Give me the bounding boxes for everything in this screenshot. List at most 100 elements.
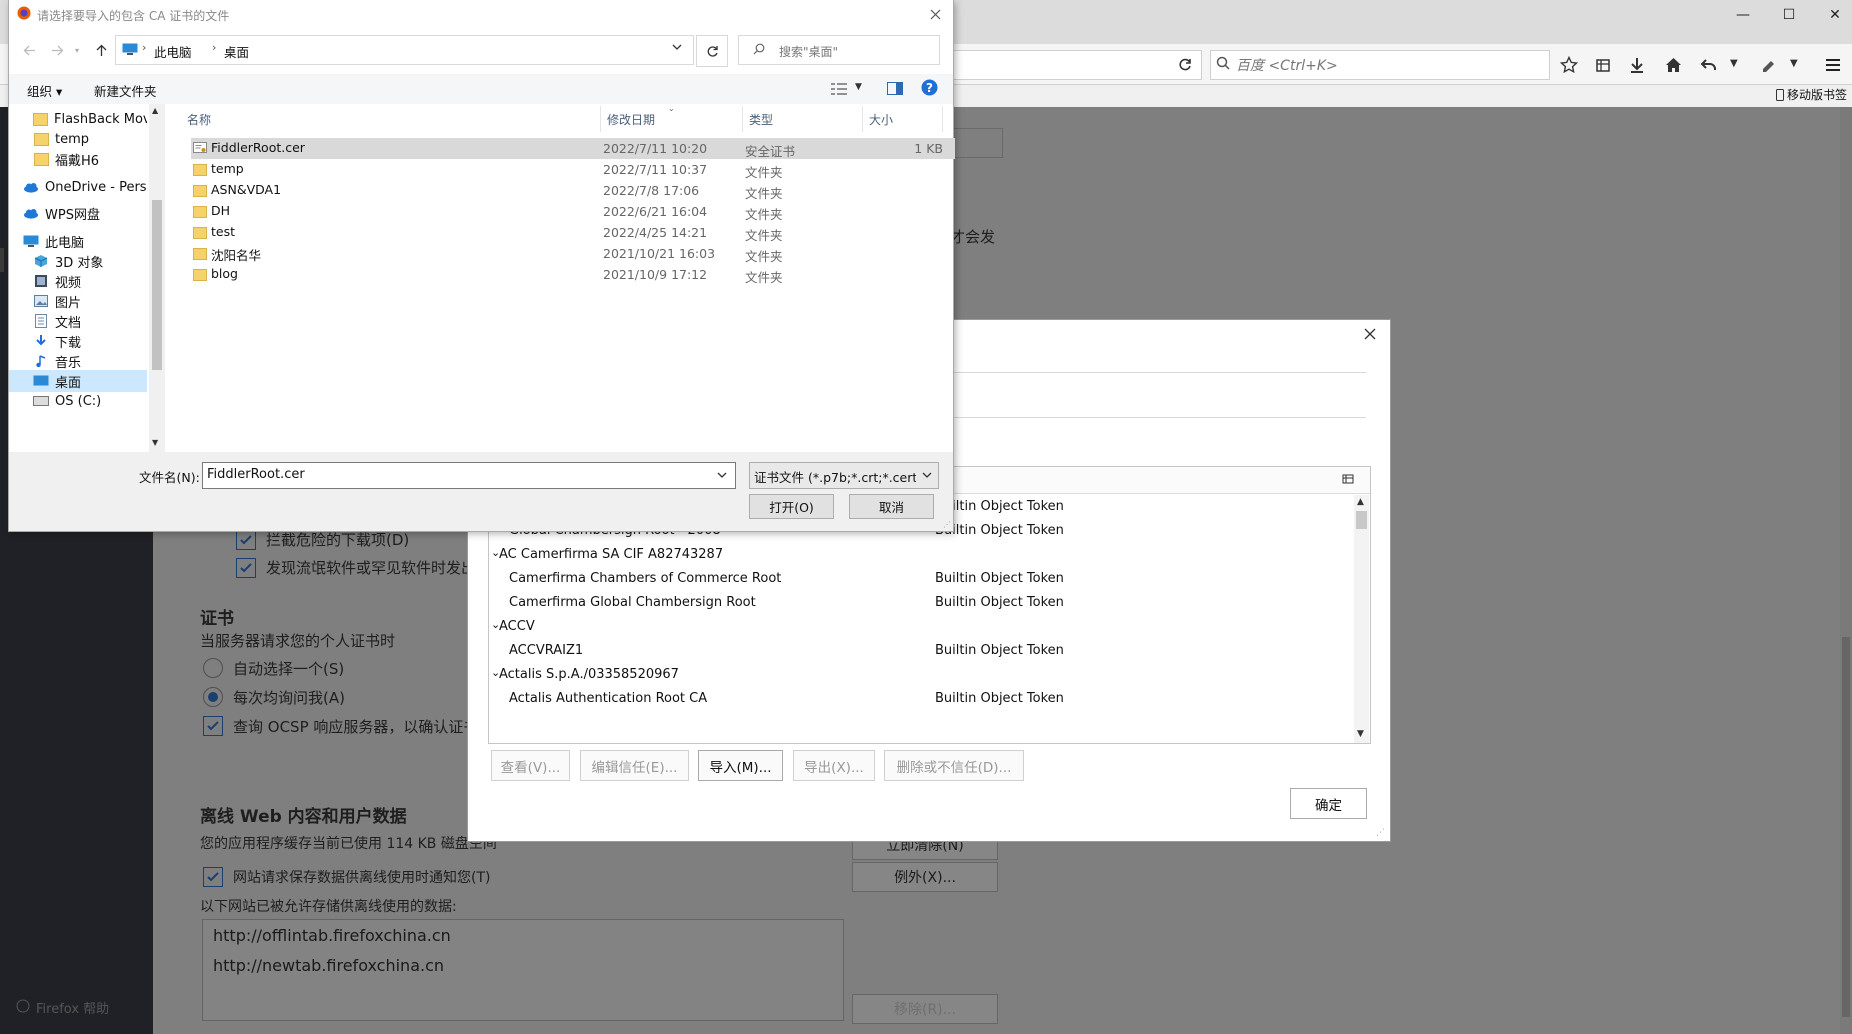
partial-text: 才会发 bbox=[950, 228, 996, 246]
nav-item[interactable]: OS (C:) bbox=[33, 390, 147, 412]
nav-item[interactable]: OneDrive - Perso bbox=[23, 176, 147, 198]
cert-row[interactable]: Actalis Authentication Root CA Builtin Ob… bbox=[489, 687, 1349, 711]
library-icon[interactable] bbox=[1590, 52, 1616, 78]
cert-row[interactable]: Camerfirma Chambers of Commerce Root Buil… bbox=[489, 567, 1349, 591]
nav-item[interactable]: 桌面 bbox=[9, 370, 147, 392]
open-button[interactable]: 打开(O) bbox=[749, 494, 834, 519]
recent-locations-icon[interactable]: ▾ bbox=[71, 40, 83, 60]
view-dropdown-icon[interactable]: ▼ bbox=[855, 82, 862, 92]
export-button[interactable]: 导出(X)... bbox=[793, 750, 875, 781]
nav-item[interactable]: temp bbox=[33, 128, 147, 150]
minimize-button[interactable]: — bbox=[1720, 0, 1766, 30]
overflow-dropdown-icon[interactable]: ▼ bbox=[1790, 58, 1798, 69]
nav-item[interactable]: WPS网盘 bbox=[23, 202, 147, 224]
cert-group-row[interactable]: ⌄ AC Camerfirma SA CIF A82743287 bbox=[489, 543, 1349, 567]
file-row[interactable]: temp 2022/7/11 10:37 文件夹 bbox=[191, 159, 955, 180]
nav-item[interactable]: 图片 bbox=[33, 290, 147, 312]
certificate-icon bbox=[193, 141, 207, 155]
filetype-select[interactable]: 证书文件 (*.p7b;*.crt;*.cert;*.c bbox=[749, 462, 939, 489]
filename-input[interactable]: FiddlerRoot.cer bbox=[202, 462, 736, 489]
view-options-icon[interactable] bbox=[831, 83, 847, 95]
edit-trust-button[interactable]: 编辑信任(E)... bbox=[580, 750, 689, 781]
maximize-button[interactable]: ☐ bbox=[1766, 0, 1812, 30]
address-dropdown-icon[interactable] bbox=[672, 44, 682, 51]
ocsp-checkbox[interactable] bbox=[203, 716, 223, 736]
file-row[interactable]: DH 2022/6/21 16:04 文件夹 bbox=[191, 201, 955, 222]
ok-button[interactable]: 确定 bbox=[1290, 788, 1367, 819]
url-bar[interactable] bbox=[940, 50, 1202, 80]
cert-group-row[interactable]: ⌄ Actalis S.p.A./03358520967 bbox=[489, 663, 1349, 687]
undo-dropdown-icon[interactable]: ▼ bbox=[1730, 58, 1738, 69]
ask-every-time-radio[interactable] bbox=[203, 687, 223, 707]
nav-scrollbar[interactable]: ▲ ▼ bbox=[149, 104, 165, 452]
nav-item[interactable]: 3D 对象 bbox=[33, 250, 147, 272]
help-icon[interactable]: ? bbox=[921, 79, 938, 96]
nav-item[interactable]: 此电脑 bbox=[23, 230, 147, 252]
page-scrollbar[interactable] bbox=[1840, 107, 1852, 1034]
filetype-dropdown-icon[interactable] bbox=[922, 472, 932, 479]
file-row[interactable]: ASN&VDA1 2022/7/8 17:06 文件夹 bbox=[191, 180, 955, 201]
mobile-bookmarks[interactable]: 移动版书签 bbox=[1787, 86, 1847, 103]
block-downloads-checkbox[interactable] bbox=[236, 530, 256, 550]
preview-pane-icon[interactable] bbox=[887, 82, 903, 95]
refresh-icon[interactable] bbox=[696, 35, 728, 67]
navigation-pane[interactable]: FlashBack Mov temp 福戴H6 OneDrive - Perso WPS… bbox=[9, 104, 166, 452]
breadcrumb-item[interactable]: 桌面 bbox=[224, 42, 249, 61]
undo-icon[interactable] bbox=[1696, 52, 1722, 78]
cert-group-row[interactable]: ⌄ ACCV bbox=[489, 615, 1349, 639]
notify-offline-checkbox[interactable] bbox=[203, 867, 223, 887]
hamburger-menu-icon[interactable] bbox=[1820, 52, 1846, 78]
nav-item[interactable]: 福戴H6 bbox=[33, 148, 147, 170]
cancel-button[interactable]: 取消 bbox=[849, 494, 934, 519]
cert-list-scrollbar[interactable]: ▲ ▼ bbox=[1354, 495, 1369, 743]
cert-dialog-close-icon[interactable] bbox=[1364, 328, 1376, 340]
nav-item[interactable]: FlashBack Mov bbox=[33, 108, 147, 130]
auto-select-radio[interactable] bbox=[203, 658, 223, 678]
file-date: 2022/7/11 10:20 bbox=[603, 141, 708, 156]
offline-site-item[interactable]: http://newtab.firefoxchina.cn bbox=[213, 956, 444, 975]
delete-distrust-button[interactable]: 删除或不信任(D)... bbox=[884, 750, 1024, 781]
file-list[interactable]: 名称 修改日期 ⌄ 类型 大小 FiddlerRoot.cer 2022/7/11… bbox=[177, 104, 955, 452]
name-column-header[interactable]: 名称 bbox=[187, 111, 211, 128]
file-row[interactable]: blog 2021/10/9 17:12 文件夹 bbox=[191, 264, 955, 285]
home-icon[interactable] bbox=[1660, 52, 1686, 78]
back-arrow-icon[interactable] bbox=[19, 40, 39, 60]
nav-item[interactable]: 下载 bbox=[33, 330, 147, 352]
resize-grip-icon[interactable]: ⋰ bbox=[943, 520, 951, 529]
import-button[interactable]: 导入(M)... bbox=[698, 750, 783, 781]
file-dialog-close-icon[interactable] bbox=[927, 6, 943, 22]
new-folder-button[interactable]: 新建文件夹 bbox=[94, 81, 157, 100]
file-row[interactable]: 沈阳名华 2021/10/21 16:03 文件夹 bbox=[191, 243, 955, 264]
download-icon[interactable] bbox=[1624, 52, 1650, 78]
date-column-header[interactable]: 修改日期 bbox=[607, 111, 655, 128]
filename-dropdown-icon[interactable] bbox=[717, 472, 727, 479]
view-cert-button[interactable]: 查看(V)... bbox=[491, 750, 570, 781]
file-search-input[interactable]: 搜索"桌面" bbox=[738, 35, 940, 65]
cert-row[interactable]: ACCVRAIZ1 Builtin Object Token bbox=[489, 639, 1349, 663]
organize-menu[interactable]: 组织 ▾ bbox=[27, 81, 62, 100]
remove-button[interactable]: 移除(R)... bbox=[852, 994, 998, 1024]
file-row[interactable]: FiddlerRoot.cer 2022/7/11 10:20 安全证书 1 KB bbox=[191, 138, 955, 159]
breadcrumb-item[interactable]: 此电脑 bbox=[154, 42, 192, 61]
nav-item[interactable]: 视频 bbox=[33, 270, 147, 292]
column-picker-icon[interactable] bbox=[1342, 473, 1354, 485]
nav-item[interactable]: 音乐 bbox=[33, 350, 147, 372]
warn-software-checkbox[interactable] bbox=[236, 558, 256, 578]
offline-sites-list[interactable]: http://offlintab.firefoxchina.cn http://… bbox=[202, 919, 844, 1021]
extension-icon[interactable] bbox=[1756, 52, 1782, 78]
bookmark-star-icon[interactable] bbox=[1556, 52, 1582, 78]
size-column-header[interactable]: 大小 bbox=[869, 111, 893, 128]
cert-row[interactable]: Camerfirma Global Chambersign Root Builti… bbox=[489, 591, 1349, 615]
forward-arrow-icon[interactable] bbox=[47, 40, 67, 60]
close-window-button[interactable]: ✕ bbox=[1812, 0, 1852, 30]
type-column-header[interactable]: 类型 bbox=[749, 111, 773, 128]
exceptions-button[interactable]: 例外(X)... bbox=[852, 862, 998, 892]
up-arrow-icon[interactable] bbox=[91, 40, 111, 60]
address-bar[interactable]: › 此电脑 › 桌面 bbox=[115, 35, 694, 65]
firefox-help-link[interactable]: Firefox 帮助 bbox=[36, 998, 109, 1017]
reload-icon[interactable] bbox=[1172, 52, 1198, 78]
resize-grip-icon[interactable]: ⋰ bbox=[1376, 828, 1385, 838]
nav-item[interactable]: 文档 bbox=[33, 310, 147, 332]
file-row[interactable]: test 2022/4/25 14:21 文件夹 bbox=[191, 222, 955, 243]
offline-site-item[interactable]: http://offlintab.firefoxchina.cn bbox=[213, 926, 451, 945]
